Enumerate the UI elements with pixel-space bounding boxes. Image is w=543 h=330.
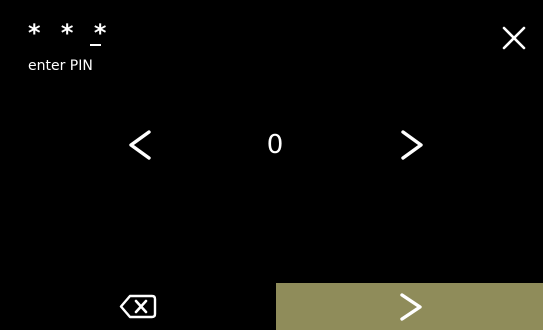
next-digit-button[interactable] [392,120,432,170]
chevron-left-icon [129,130,151,160]
pin-cursor [90,44,101,46]
backspace-icon [119,294,157,319]
confirm-button-shape [276,283,543,330]
confirm-button[interactable] [276,283,543,330]
backspace-button[interactable] [110,286,170,326]
close-button[interactable] [496,20,532,56]
chevron-right-icon [401,130,423,160]
current-digit: 0 [266,130,284,160]
pin-entry-display: * * * enter PIN [28,18,148,78]
pin-label: enter PIN [28,58,93,74]
close-icon [502,26,526,50]
confirm-button-background [276,283,543,330]
previous-digit-button[interactable] [120,120,160,170]
